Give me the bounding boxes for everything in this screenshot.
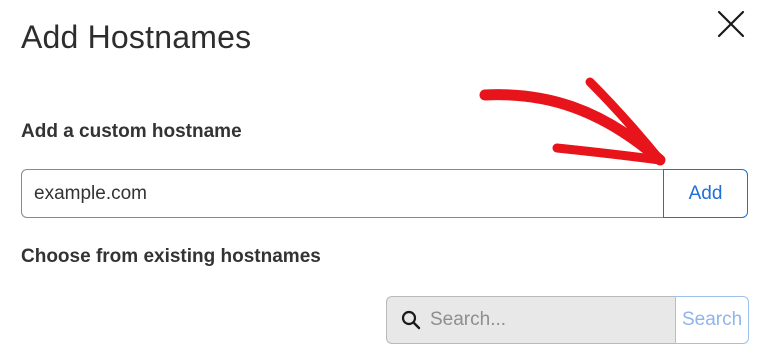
close-button[interactable]: [712, 8, 748, 44]
search-icon: [401, 310, 421, 330]
custom-hostname-input[interactable]: [21, 169, 663, 218]
search-box[interactable]: [386, 296, 675, 344]
search-input[interactable]: [430, 298, 675, 342]
close-icon: [717, 10, 745, 38]
existing-hostnames-label: Choose from existing hostnames: [21, 246, 321, 267]
hostname-search-group: Search: [386, 296, 750, 344]
custom-hostname-input-group: Add: [21, 169, 748, 218]
dialog-title: Add Hostnames: [21, 19, 252, 55]
add-button[interactable]: Add: [663, 169, 748, 218]
custom-hostname-label: Add a custom hostname: [21, 121, 242, 142]
search-button[interactable]: Search: [675, 296, 750, 344]
